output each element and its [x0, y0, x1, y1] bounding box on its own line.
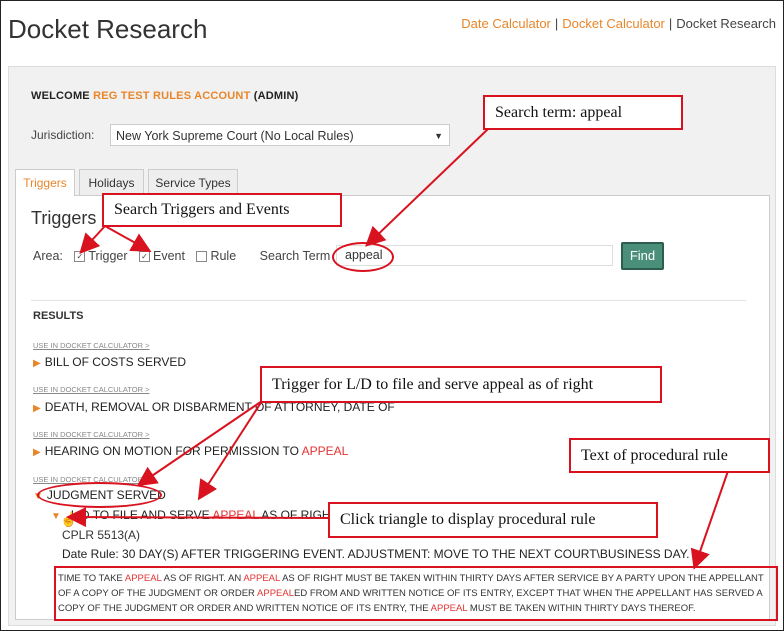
callout-click-triangle: Click triangle to display procedural rul… — [328, 502, 658, 538]
callout-procedural-rule: Text of procedural rule — [569, 438, 770, 473]
callout-trigger-for: Trigger for L/D to file and serve appeal… — [260, 366, 662, 403]
callout-search-term: Search term: appeal — [483, 95, 683, 130]
callout-search-triggers: Search Triggers and Events — [102, 193, 342, 227]
